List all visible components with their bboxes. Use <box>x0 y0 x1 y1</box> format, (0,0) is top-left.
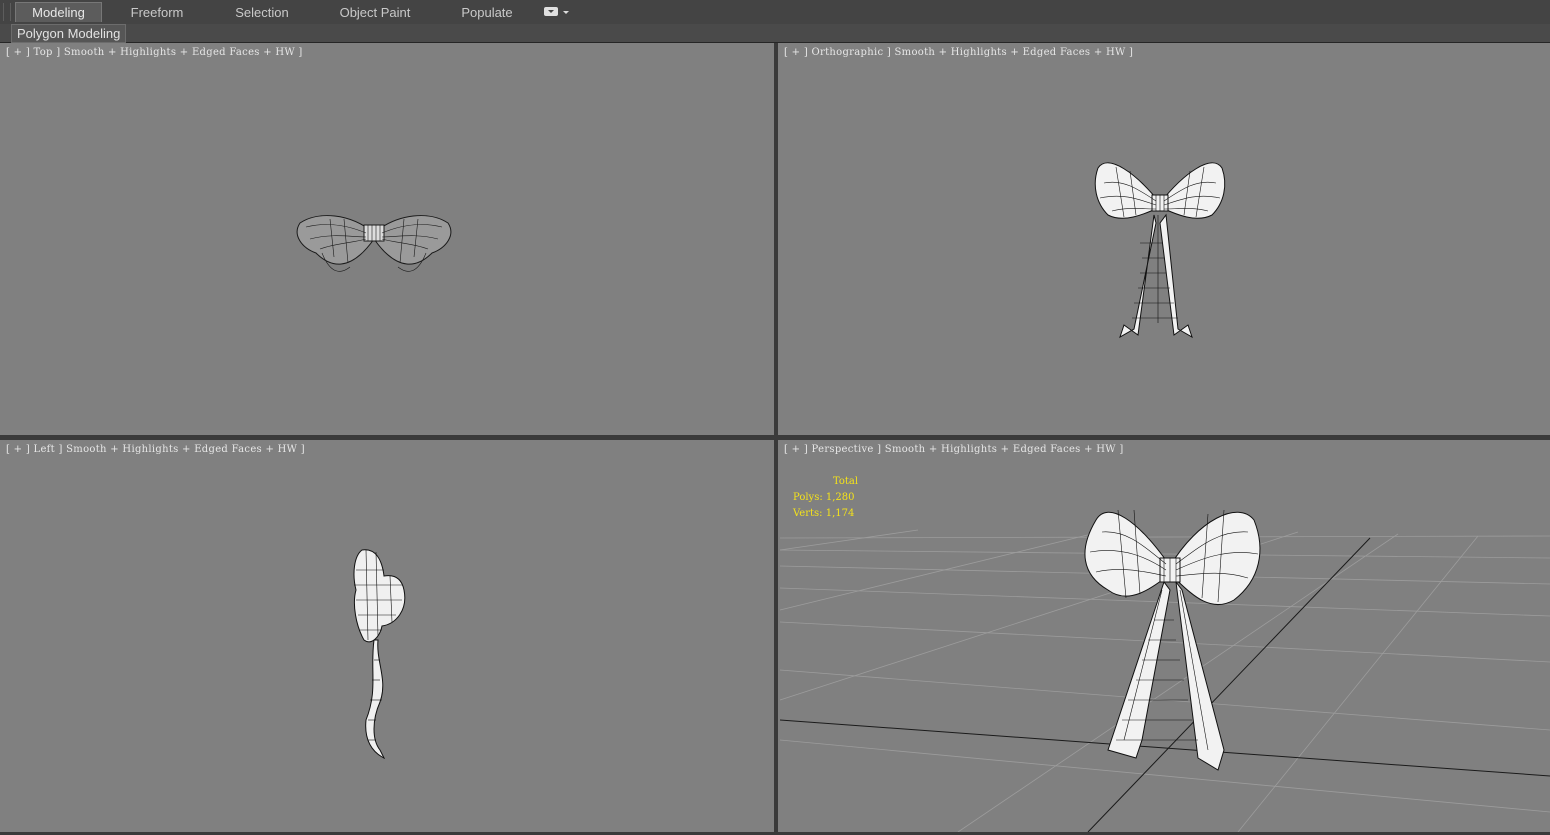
ribbon-panel-row: Polygon Modeling <box>0 24 1550 43</box>
viewport-label-top[interactable]: [ + ] Top ] Smooth + Highlights + Edged … <box>6 47 303 58</box>
stats-verts: Verts: 1,174 <box>793 508 855 519</box>
viewport-label-perspective[interactable]: [ + ] Perspective ] Smooth + Highlights … <box>784 444 1124 455</box>
ribbon-tab-bar: Modeling Freeform Selection Object Paint… <box>0 0 1550 25</box>
stats-total-title: Total <box>833 476 859 487</box>
viewport-top[interactable]: [ + ] Top ] Smooth + Highlights + Edged … <box>0 43 774 435</box>
stats-polys: Polys: 1,280 <box>793 492 855 503</box>
polygon-modeling-panel-button[interactable]: Polygon Modeling <box>11 24 127 43</box>
left-view-bow-model <box>353 549 406 760</box>
max-app-window: Modeling Freeform Selection Object Paint… <box>0 0 1550 835</box>
tab-freeform[interactable]: Freeform <box>116 3 198 22</box>
perspective-view-scene <box>779 509 1550 832</box>
viewport-left[interactable]: [ + ] Left ] Smooth + Highlights + Edged… <box>0 440 774 832</box>
viewport-label-left[interactable]: [ + ] Left ] Smooth + Highlights + Edged… <box>6 444 305 455</box>
ribbon-grip-handle[interactable] <box>3 3 11 21</box>
scene-statistics-overlay: Total Polys: 1,280 Verts: 1,174 <box>793 474 858 522</box>
ortho-view-bow-model <box>1094 162 1226 339</box>
tab-object-paint[interactable]: Object Paint <box>330 3 420 22</box>
viewport-label-orthographic[interactable]: [ + ] Orthographic ] Smooth + Highlights… <box>784 47 1133 58</box>
viewport-orthographic[interactable]: [ + ] Orthographic ] Smooth + Highlights… <box>778 43 1550 435</box>
tab-populate[interactable]: Populate <box>450 3 524 22</box>
viewport-perspective[interactable]: [ + ] Perspective ] Smooth + Highlights … <box>778 440 1550 832</box>
tab-modeling[interactable]: Modeling <box>15 2 102 22</box>
tab-selection[interactable]: Selection <box>221 3 303 22</box>
chevron-down-icon[interactable] <box>563 11 569 14</box>
top-view-bow-model <box>296 215 452 272</box>
ribbon-options-icon[interactable] <box>544 7 558 16</box>
grid-x-axis-line <box>779 719 1550 777</box>
